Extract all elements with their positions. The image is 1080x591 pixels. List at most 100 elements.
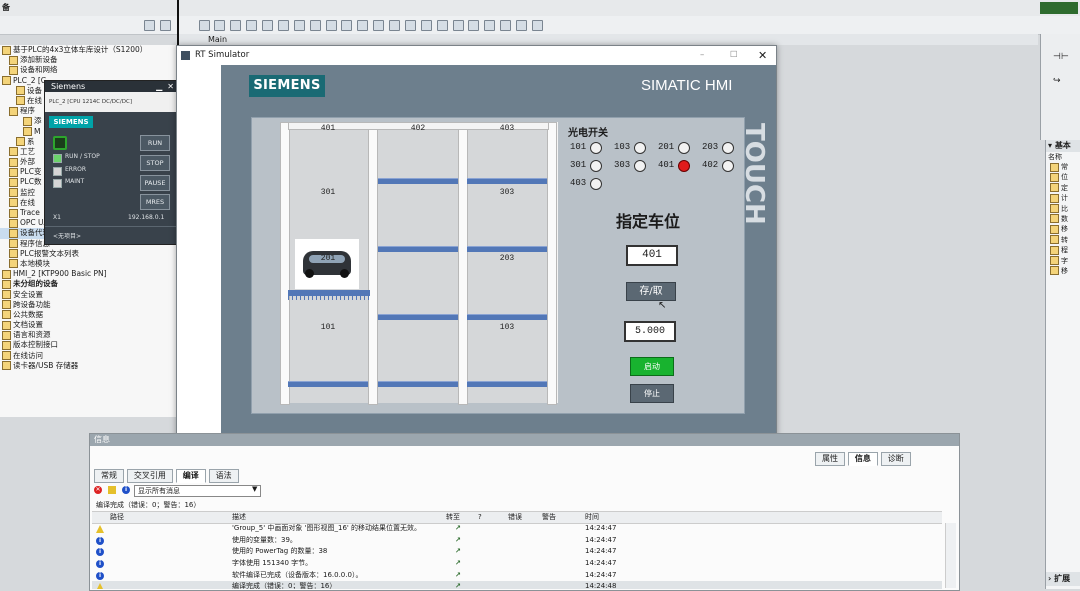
goto-arrow-icon[interactable]: ↗	[455, 558, 461, 570]
toolbar-monitor-icon[interactable]	[325, 20, 337, 31]
instruction-folder[interactable]: 定	[1046, 183, 1080, 193]
instruction-folder[interactable]: 移	[1046, 266, 1080, 276]
instructions-header[interactable]: ▾ 基本	[1046, 140, 1080, 152]
toolbar-list-icon[interactable]	[277, 20, 289, 31]
toolbar-sort-icon[interactable]	[357, 20, 369, 31]
speed-value-input[interactable]: 5.000	[624, 321, 676, 342]
goto-arrow-icon[interactable]: ↗	[455, 581, 461, 589]
tree-item[interactable]: 基于PLC的4x3立体车库设计（S1200）	[0, 45, 176, 55]
message-filter-select[interactable]: 显示所有消息	[134, 485, 261, 497]
instruction-folder[interactable]: 字	[1046, 256, 1080, 266]
close-icon[interactable]: ✕	[167, 81, 174, 92]
target-slot-input[interactable]: 401	[626, 245, 678, 266]
instruction-folder[interactable]: 移	[1046, 224, 1080, 234]
plc-run-button[interactable]: RUN	[140, 135, 170, 151]
align-icon[interactable]: ⊣⊢	[1053, 52, 1069, 62]
toolbar-online-icon[interactable]	[404, 20, 416, 31]
tree-item[interactable]: 版本控制接口	[0, 340, 176, 350]
top-tab-label[interactable]: 备	[2, 2, 10, 13]
tree-item[interactable]: 读卡器/USB 存储器	[0, 361, 176, 371]
goto-arrow-icon[interactable]: ↗	[455, 546, 461, 558]
toolbar-window-icon[interactable]	[309, 20, 321, 31]
instruction-folder[interactable]: 转	[1046, 235, 1080, 245]
tree-item[interactable]: 跨设备功能	[0, 300, 176, 310]
plcsim-titlebar[interactable]: Siemens ✕ ▁	[45, 81, 178, 92]
toolbar-insert-network-icon[interactable]	[198, 20, 210, 31]
toolbar-filter-icon[interactable]	[516, 20, 527, 31]
col-goto[interactable]: 转至	[446, 512, 460, 523]
col-warnings[interactable]: 警告	[542, 512, 556, 523]
instruction-folder[interactable]: 计	[1046, 193, 1080, 203]
goto-arrow-icon[interactable]: ↗	[455, 523, 461, 535]
minimize-icon[interactable]: ▁	[156, 81, 162, 92]
start-button[interactable]: 启动	[630, 357, 674, 376]
error-filter-icon[interactable]: ✕	[94, 486, 102, 494]
tree-item[interactable]: 添加新设备	[0, 55, 176, 65]
toolbar-reset-icon[interactable]	[484, 20, 496, 31]
tree-item[interactable]: 安全设置	[0, 290, 176, 300]
tree-item[interactable]: PLC报警文本列表	[0, 249, 176, 259]
table-row[interactable]: i 软件编译已完成（设备版本：16.0.0.0）。 ↗ 14:24:47	[92, 570, 942, 582]
toolbar-move-icon[interactable]	[262, 20, 273, 31]
table-row[interactable]: i 使用的 PowerTag 的数量：38 ↗ 14:24:47	[92, 546, 942, 558]
col-description[interactable]: 描述	[232, 512, 246, 523]
toolbar-glasses-icon[interactable]	[452, 20, 464, 31]
col-errors[interactable]: 错误	[508, 512, 522, 523]
instruction-folder[interactable]: 位	[1046, 172, 1080, 182]
table-row[interactable]: i 使用的变量数：39。 ↗ 14:24:47	[92, 535, 942, 547]
tab-general[interactable]: 常规	[94, 469, 124, 483]
maximize-icon[interactable]: ☐	[730, 46, 738, 65]
tree-item[interactable]: 未分组的设备	[0, 279, 176, 289]
tab-cross-reference[interactable]: 交叉引用	[126, 469, 173, 483]
toolbar-table-icon[interactable]	[293, 20, 305, 31]
instruction-folder[interactable]: 程	[1046, 245, 1080, 255]
tree-item[interactable]: 本地模块	[0, 259, 176, 269]
tree-item[interactable]: 文档设置	[0, 320, 176, 330]
toolbar-compact-icon[interactable]	[143, 20, 155, 31]
table-row[interactable]: 'Group_5' 中画面对象 '图形视图_16' 的移动结果位置无效。 ↗ 14:…	[92, 523, 942, 535]
table-row[interactable]: i 字体使用 151340 字节。 ↗ 14:24:47	[92, 558, 942, 570]
tab-properties[interactable]: 属性	[815, 452, 845, 466]
goto-arrow-icon[interactable]: ↗	[455, 570, 461, 582]
chevron-down-icon[interactable]: ▼	[252, 485, 257, 493]
toolbar-step-icon[interactable]	[341, 20, 353, 31]
col-path[interactable]: 路径	[110, 512, 124, 523]
toolbar-download-icon[interactable]	[373, 20, 385, 31]
plc-stop-button[interactable]: STOP	[140, 155, 170, 171]
tree-item[interactable]: 语言和资源	[0, 330, 176, 340]
toolbar-offline-icon[interactable]	[420, 20, 432, 31]
table-row[interactable]: 编译完成（错误：0；警告：16） ↗ 14:24:48	[92, 581, 942, 589]
tab-syntax[interactable]: 语法	[208, 469, 239, 483]
goto-arrow-icon[interactable]: ↗	[455, 535, 461, 547]
toolbar-upload-icon[interactable]	[389, 20, 400, 31]
toolbar-network-icon[interactable]	[468, 20, 480, 31]
tab-compile[interactable]: 编译	[175, 469, 206, 483]
arrow-icon[interactable]: ↪	[1053, 76, 1061, 86]
extended-section[interactable]: › 扩展	[1046, 572, 1080, 586]
plc-mres-button[interactable]: MRES	[140, 194, 170, 210]
toolbar-add-row-icon[interactable]	[246, 20, 258, 31]
pane-divider[interactable]	[177, 0, 179, 46]
warning-filter-icon[interactable]	[108, 486, 116, 494]
col-time[interactable]: 时间	[585, 512, 599, 523]
instruction-folder[interactable]: 比	[1046, 204, 1080, 214]
tab-diagnostics[interactable]: 诊断	[880, 452, 911, 466]
toolbar-search-icon[interactable]	[500, 20, 512, 31]
toolbar-delete-network-icon[interactable]	[214, 20, 226, 31]
tree-item[interactable]: 在线访问	[0, 351, 176, 361]
toolbar-split-icon[interactable]	[159, 20, 171, 31]
instruction-folder[interactable]: 数	[1046, 214, 1080, 224]
plc-pause-button[interactable]: PAUSE	[140, 175, 170, 191]
tab-info[interactable]: 信息	[847, 452, 878, 466]
instruction-folder[interactable]: 常	[1046, 162, 1080, 172]
tree-item[interactable]: 设备和网络	[0, 65, 176, 75]
scrollbar[interactable]	[945, 523, 956, 588]
toolbar-compile-icon[interactable]	[436, 20, 448, 31]
toolbar-help-icon[interactable]	[531, 20, 543, 31]
tree-item[interactable]: 公共数据	[0, 310, 176, 320]
tree-item[interactable]: HMI_2 [KTP900 Basic PN]	[0, 269, 176, 279]
toolbar-insert-row-icon[interactable]	[230, 20, 242, 31]
info-filter-icon[interactable]: i	[122, 486, 130, 494]
rt-simulator-titlebar[interactable]: RT Simulator – ☐ ✕	[177, 46, 776, 65]
minimize-icon[interactable]: –	[700, 46, 704, 65]
